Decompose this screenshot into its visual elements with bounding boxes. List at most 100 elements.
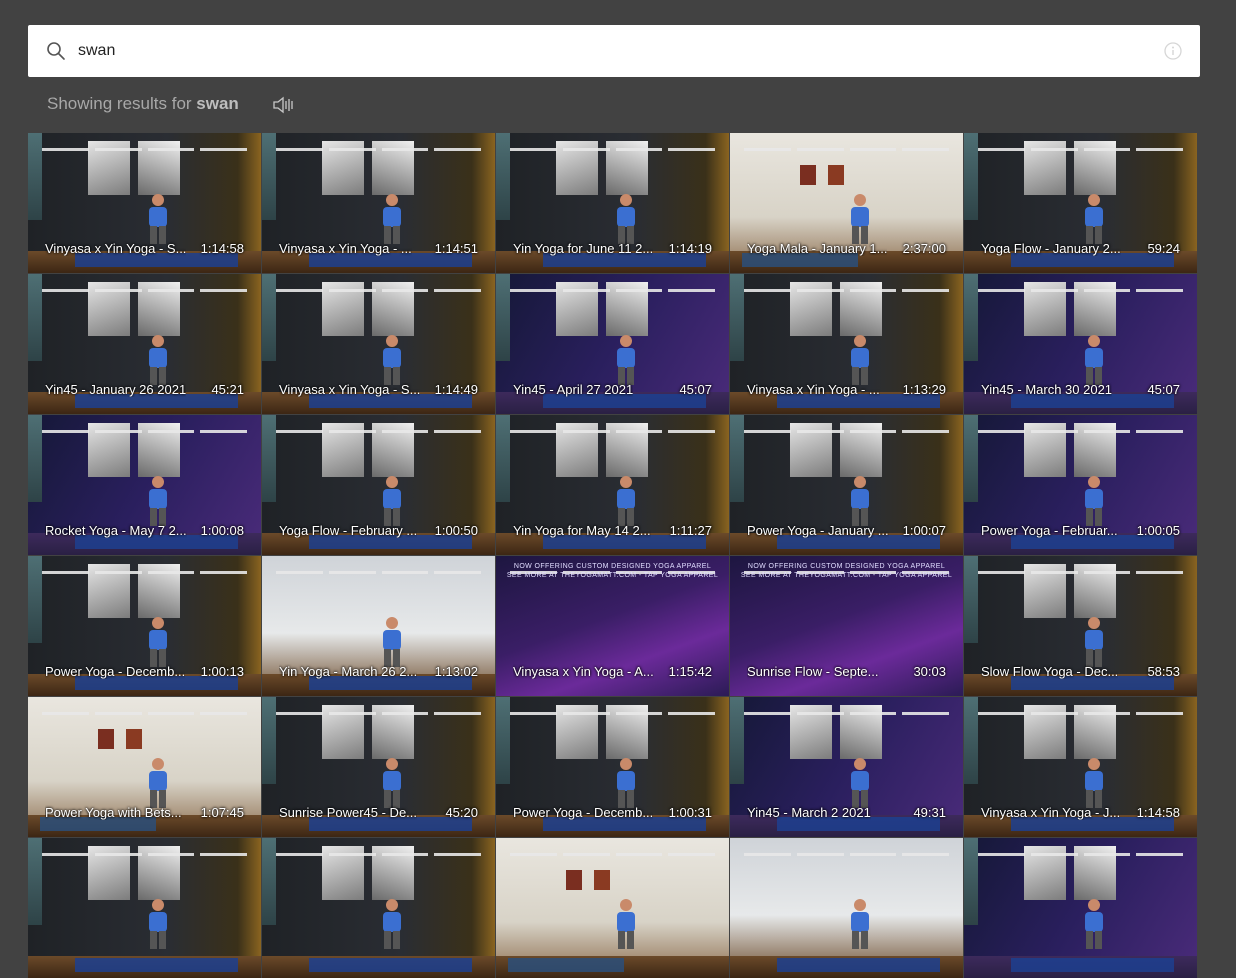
- thumbnail-bars: [42, 571, 247, 574]
- video-tile[interactable]: NOW OFFERING CUSTOM DESIGNED YOGA APPARE…: [496, 556, 729, 696]
- video-label: Yin45 - April 27 2021 45:07: [513, 382, 712, 397]
- video-label: Slow Flow Yoga - Dec... 58:53: [981, 664, 1180, 679]
- thumbnail-wall: [964, 556, 978, 643]
- thumbnail-bars: [978, 853, 1183, 856]
- video-tile[interactable]: Yin Yoga for May 14 2... 1:11:27: [496, 415, 729, 555]
- promo-line1: NOW OFFERING CUSTOM DESIGNED YOGA APPARE…: [747, 563, 946, 570]
- thumbnail-wall: [28, 274, 42, 361]
- video-tile[interactable]: Yin45 - January 26 2021 45:21: [28, 274, 261, 414]
- video-tile[interactable]: Yin45 - March 2 2021 49:31: [730, 697, 963, 837]
- thumbnail-bars: [744, 289, 949, 292]
- video-title: Yin45 - March 2 2021: [747, 805, 871, 820]
- video-tile[interactable]: Power Yoga with Bets... 1:07:45: [28, 697, 261, 837]
- video-duration: 45:07: [679, 382, 712, 397]
- video-duration: 59:24: [1147, 241, 1180, 256]
- thumbnail-wall: [730, 274, 744, 361]
- promo-line1: NOW OFFERING CUSTOM DESIGNED YOGA APPARE…: [513, 563, 712, 570]
- instructor-figure: [1069, 756, 1119, 812]
- thumbnail-wall: [262, 697, 276, 784]
- video-duration: 2:37:00: [902, 241, 946, 256]
- instructor-figure: [835, 474, 885, 530]
- thumbnail-bars: [978, 148, 1183, 151]
- video-label: Vinyasa x Yin Yoga - ... 1:14:51: [279, 241, 478, 256]
- thumbnail-bars: [42, 712, 247, 715]
- thumbnail-mat: [776, 958, 940, 973]
- thumbnail-bars: [42, 289, 247, 292]
- video-tile[interactable]: Sunrise Power45 - De... 45:20: [262, 697, 495, 837]
- video-duration: 58:53: [1147, 664, 1180, 679]
- video-title: Yin45 - March 30 2021: [981, 382, 1113, 397]
- video-duration: 1:00:50: [434, 523, 478, 538]
- thumbnail-wall: [28, 133, 42, 220]
- video-duration: 1:14:58: [1136, 805, 1180, 820]
- thumbnail-wall: [262, 274, 276, 361]
- instructor-figure: [1069, 192, 1119, 248]
- video-tile[interactable]: Power Yoga - January ... 1:00:07: [730, 415, 963, 555]
- speaker-icon[interactable]: [272, 96, 294, 114]
- thumbnail-bars: [978, 289, 1183, 292]
- video-tile[interactable]: Yoga Mala - January 1... 2:37:00: [730, 133, 963, 273]
- instructor-figure: [367, 897, 417, 953]
- video-title: Power Yoga with Bets...: [45, 805, 182, 820]
- video-tile[interactable]: Rocket Yoga - May 7 2... 1:00:08: [28, 415, 261, 555]
- thumbnail-bars: [42, 853, 247, 856]
- video-tile[interactable]: Slow Flow Yoga - Dec... 58:53: [964, 556, 1197, 696]
- video-tile[interactable]: [964, 838, 1197, 978]
- video-tile[interactable]: Power Yoga - Februar... 1:00:05: [964, 415, 1197, 555]
- instructor-figure: [835, 897, 885, 953]
- instructor-figure: [133, 333, 183, 389]
- thumbnail-bars: [744, 148, 949, 151]
- search-input[interactable]: [78, 39, 1138, 63]
- video-label: Vinyasa x Yin Yoga - S... 1:14:58: [45, 241, 244, 256]
- search-bar[interactable]: [28, 25, 1200, 77]
- instructor-figure: [601, 333, 651, 389]
- video-tile[interactable]: NOW OFFERING CUSTOM DESIGNED YOGA APPARE…: [730, 556, 963, 696]
- instructor-figure: [367, 333, 417, 389]
- video-tile[interactable]: [28, 838, 261, 978]
- instructor-figure: [133, 615, 183, 671]
- video-tile[interactable]: Vinyasa x Yin Yoga - ... 1:13:29: [730, 274, 963, 414]
- promo-line2: SEE MORE AT THEYOGAMATT.COM - TAP YOGA A…: [740, 572, 953, 579]
- video-label: Sunrise Power45 - De... 45:20: [279, 805, 478, 820]
- video-title: Rocket Yoga - May 7 2...: [45, 523, 187, 538]
- info-icon[interactable]: [1164, 42, 1182, 60]
- video-label: Power Yoga - Decemb... 1:00:31: [513, 805, 712, 820]
- video-tile[interactable]: Power Yoga - Decemb... 1:00:31: [496, 697, 729, 837]
- video-tile[interactable]: Vinyasa x Yin Yoga - S... 1:14:49: [262, 274, 495, 414]
- video-tile[interactable]: Yin45 - April 27 2021 45:07: [496, 274, 729, 414]
- thumbnail-wall: [964, 274, 978, 361]
- video-label: Yoga Mala - January 1... 2:37:00: [747, 241, 946, 256]
- video-tile[interactable]: Yin Yoga - March 26 2... 1:13:02: [262, 556, 495, 696]
- thumbnail-bars: [42, 430, 247, 433]
- results-query: swan: [196, 94, 239, 113]
- thumbnail-bars: [510, 712, 715, 715]
- results-summary: Showing results for swan: [47, 94, 239, 116]
- video-title: Yoga Flow - February ...: [279, 523, 418, 538]
- thumbnail-wall: [964, 697, 978, 784]
- video-duration: 1:13:29: [902, 382, 946, 397]
- video-duration: 1:14:51: [434, 241, 478, 256]
- thumbnail-wall: [28, 556, 42, 643]
- video-label: Vinyasa x Yin Yoga - ... 1:13:29: [747, 382, 946, 397]
- instructor-figure: [367, 756, 417, 812]
- video-tile[interactable]: [730, 838, 963, 978]
- video-tile[interactable]: Vinyasa x Yin Yoga - ... 1:14:51: [262, 133, 495, 273]
- video-tile[interactable]: Vinyasa x Yin Yoga - S... 1:14:58: [28, 133, 261, 273]
- video-tile[interactable]: Yin Yoga for June 11 2... 1:14:19: [496, 133, 729, 273]
- video-tile[interactable]: [496, 838, 729, 978]
- video-tile[interactable]: Power Yoga - Decemb... 1:00:13: [28, 556, 261, 696]
- video-label: Yin Yoga - March 26 2... 1:13:02: [279, 664, 478, 679]
- video-label: Yin Yoga for May 14 2... 1:11:27: [513, 523, 712, 538]
- video-tile[interactable]: [262, 838, 495, 978]
- video-duration: 45:20: [445, 805, 478, 820]
- video-title: Yin45 - April 27 2021: [513, 382, 634, 397]
- video-tile[interactable]: Yoga Flow - February ... 1:00:50: [262, 415, 495, 555]
- video-tile[interactable]: Yoga Flow - January 2... 59:24: [964, 133, 1197, 273]
- video-tile[interactable]: Vinyasa x Yin Yoga - J... 1:14:58: [964, 697, 1197, 837]
- video-tile[interactable]: Yin45 - March 30 2021 45:07: [964, 274, 1197, 414]
- instructor-figure: [601, 192, 651, 248]
- video-title: Vinyasa x Yin Yoga - S...: [279, 382, 421, 397]
- instructor-figure: [601, 756, 651, 812]
- results-prefix: Showing results for: [47, 94, 197, 113]
- thumbnail-bars: [510, 853, 715, 856]
